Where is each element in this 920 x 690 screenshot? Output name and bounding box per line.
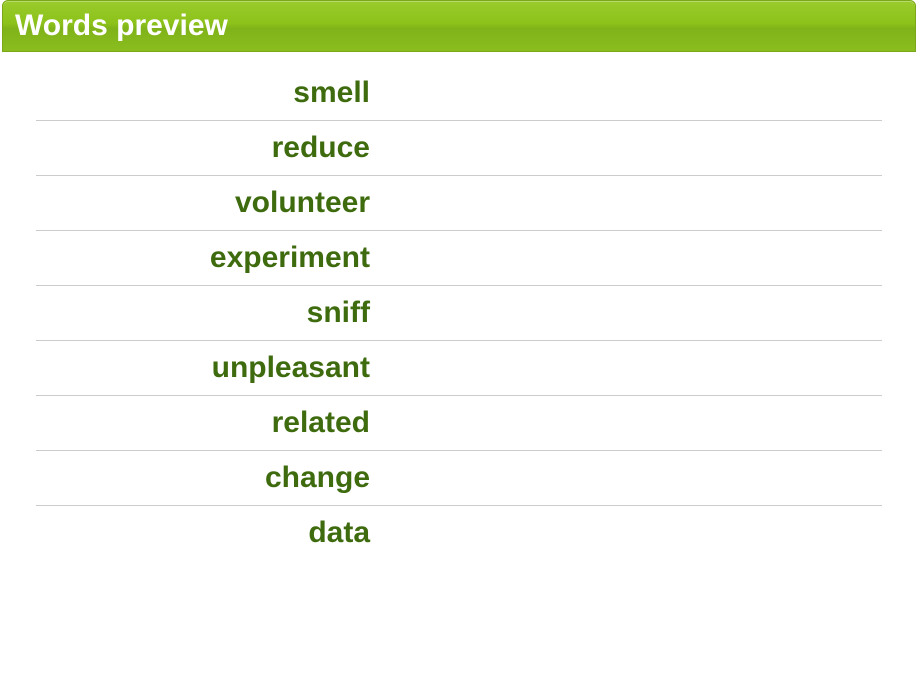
word-term: unpleasant [36,351,386,385]
word-row: data [36,506,882,560]
word-row: change [36,451,882,506]
word-definition [386,241,882,275]
word-term: experiment [36,241,386,275]
word-term: smell [36,76,386,110]
word-definition [386,516,882,550]
panel-title: Words preview [2,0,916,52]
word-definition [386,296,882,330]
word-definition [386,76,882,110]
word-term: reduce [36,131,386,165]
word-definition [386,351,882,385]
word-row: smell [36,66,882,121]
word-row: unpleasant [36,341,882,396]
word-definition [386,186,882,220]
word-list: smell reduce volunteer experiment sniff … [2,52,916,560]
word-term: change [36,461,386,495]
word-term: data [36,516,386,550]
word-row: reduce [36,121,882,176]
words-preview-panel: Words preview smell reduce volunteer exp… [2,0,916,560]
word-definition [386,131,882,165]
word-row: sniff [36,286,882,341]
word-term: volunteer [36,186,386,220]
word-row: related [36,396,882,451]
word-definition [386,461,882,495]
word-definition [386,406,882,440]
word-term: sniff [36,296,386,330]
word-row: experiment [36,231,882,286]
word-row: volunteer [36,176,882,231]
word-term: related [36,406,386,440]
